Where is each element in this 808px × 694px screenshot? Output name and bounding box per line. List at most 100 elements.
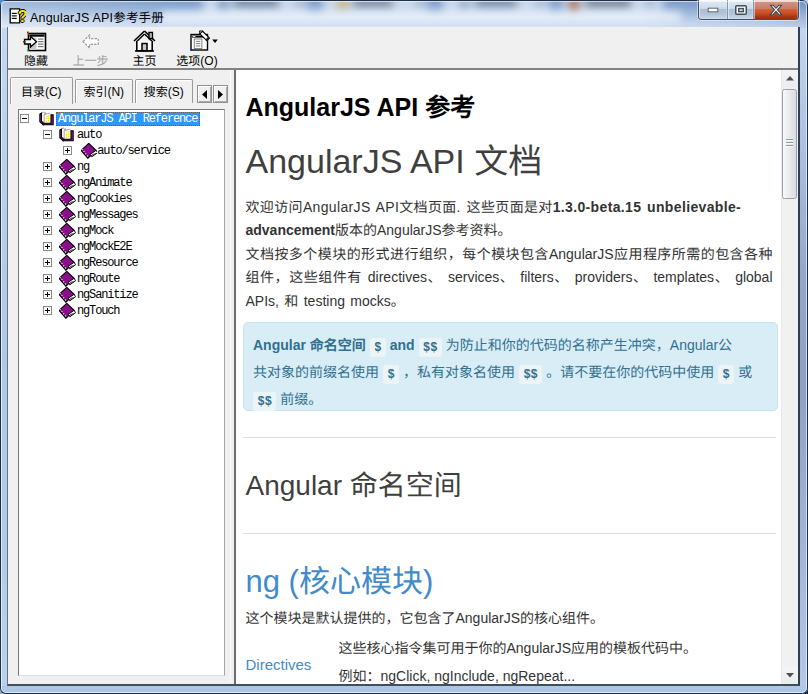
tab-index[interactable]: 索引(N) [75, 79, 134, 103]
tree-expander-plus-icon[interactable] [43, 226, 52, 235]
tree-item-label: ngMockE2E [75, 240, 134, 254]
tree-item[interactable]: ngMockE2E [19, 239, 224, 255]
closed-book-icon [59, 239, 76, 255]
tab-scroll-left-icon [202, 90, 207, 99]
title-bar[interactable]: ?? ?? ? AngularJS API参考手册 [1, 1, 807, 28]
tree-expander-minus-icon[interactable] [43, 130, 52, 139]
window-title: AngularJS API参考手册 [30, 7, 164, 26]
doc-paragraph-modules: 文档按多个模块的形式进行组织，每个模块包含AngularJS应用程序所需的包含各… [246, 243, 773, 313]
ng-module-heading: ng (核心模块) [246, 556, 434, 601]
tree-item-label: AngularJS API Reference [56, 112, 200, 126]
closed-book-icon [59, 255, 76, 271]
home-icon [133, 30, 156, 52]
tree-item-label: ngRoute [75, 272, 122, 286]
minimize-icon [708, 8, 719, 13]
chm-app-icon: ?? ?? ? [9, 7, 26, 24]
tree-item-label: auto [75, 128, 104, 142]
tree-item[interactable]: auto [19, 127, 224, 143]
help-viewer-window: ?? ?? ? AngularJS API参考手册 [0, 0, 808, 694]
doc-paragraph-welcome: 欢迎访问AngularJS API文档页面. 这些页面是对1.3.0-beta.… [246, 196, 773, 243]
tree-expander-plus-icon[interactable] [43, 258, 52, 267]
closed-book-icon [59, 207, 76, 223]
svg-text:?: ? [18, 8, 26, 24]
scroll-up-button[interactable] [782, 70, 798, 87]
tree-expander-plus-icon[interactable] [43, 178, 52, 187]
tree-item-label: ngSanitize [75, 288, 141, 302]
scroll-down-button[interactable] [782, 667, 798, 684]
tree-expander-plus-icon[interactable] [43, 210, 52, 219]
namespace-alert-box: Angular 命名空间 $ and $$ 为防止和你的代码的名称产生冲突，An… [243, 322, 778, 411]
ng-module-desc: 这个模块是默认提供的，它包含了AngularJS的核心组件。 [246, 607, 605, 627]
window-frame-right [800, 28, 807, 686]
tree-item[interactable]: ngSanitize [19, 287, 224, 303]
tree-expander-plus-icon[interactable] [63, 146, 72, 155]
open-book-icon [39, 111, 56, 127]
tree-item[interactable]: ngRoute [19, 271, 224, 287]
back-button[interactable]: 上一步 [68, 30, 114, 66]
tree-expander-plus-icon[interactable] [43, 290, 52, 299]
tree-item-label: ngTouch [75, 304, 122, 318]
tree-expander-plus-icon[interactable] [43, 306, 52, 315]
closed-book-icon [59, 191, 76, 207]
scroll-down-icon [786, 673, 794, 678]
tab-contents[interactable]: 目录(C) [10, 77, 73, 104]
tree-item[interactable]: ngCookies [19, 191, 224, 207]
tree-item[interactable]: ngAnimate [19, 175, 224, 191]
maximize-icon [735, 5, 747, 15]
client-area: 隐藏 上一步 主页 [7, 27, 800, 686]
options-button[interactable]: 选项(O) [170, 30, 224, 66]
closed-book-icon [59, 303, 76, 319]
tree-item[interactable]: ng [19, 159, 224, 175]
tree-item-label: ng [75, 160, 92, 174]
tree-item-label: ngCookies [75, 192, 134, 206]
directives-desc-line1: 这些核心指令集可用于你的AngularJS应用的模板代码中。 [339, 637, 698, 657]
tree-item[interactable]: ngTouch [19, 303, 224, 319]
divider [243, 533, 776, 534]
maximize-button[interactable] [728, 0, 754, 19]
tab-search[interactable]: 搜索(S) [135, 79, 194, 103]
namespace-heading: Angular 命名空间 [246, 463, 462, 503]
tab-scroll-right-icon [218, 90, 223, 99]
vertical-scrollbar[interactable] [781, 70, 798, 684]
tree-item-label: ngAnimate [75, 176, 134, 190]
closed-book-icon [59, 159, 76, 175]
tab-scroll-right-button[interactable] [213, 85, 228, 103]
hide-button[interactable]: 隐藏 [13, 30, 59, 66]
tree-item[interactable]: ngMock [19, 223, 224, 239]
closed-book-icon [59, 287, 76, 303]
scroll-up-icon [786, 76, 794, 81]
doc-subtitle: AngularJS API 文档 [246, 134, 543, 183]
tree-item[interactable]: auto/service [19, 143, 224, 159]
divider [243, 437, 776, 438]
contents-tree: AngularJS API Referenceautoauto/servicen… [18, 109, 225, 676]
scrollbar-thumb[interactable] [782, 89, 797, 199]
directives-desc-line2: 例如：ngClick, ngInclude, ngRepeat... [339, 665, 576, 685]
tree-item-label: ngResource [75, 256, 141, 270]
directives-link[interactable]: Directives [246, 656, 312, 673]
home-button[interactable]: 主页 [122, 30, 168, 66]
tree-item[interactable]: ngMessages [19, 207, 224, 223]
tree-item[interactable]: AngularJS API Reference [19, 111, 224, 127]
tab-scroll-left-button[interactable] [197, 85, 212, 103]
close-button[interactable] [754, 0, 798, 19]
doc-title: AngularJS API 参考 [246, 87, 476, 123]
closed-book-icon [59, 223, 76, 239]
close-icon [770, 5, 783, 16]
tree-item-label: ngMessages [75, 208, 141, 222]
content-pane: AngularJS API 参考 AngularJS API 文档欢迎访问Angu… [234, 70, 798, 684]
toolbar: 隐藏 上一步 主页 [8, 27, 798, 70]
tree-expander-plus-icon[interactable] [43, 162, 52, 171]
tree-expander-minus-icon[interactable] [20, 114, 29, 123]
tree-item[interactable]: ngResource [19, 255, 224, 271]
back-icon [82, 34, 99, 49]
caption-buttons [698, 0, 799, 20]
minimize-button[interactable] [699, 0, 728, 19]
tree-item-label: auto/service [95, 144, 173, 158]
hide-icon [23, 31, 47, 52]
tree-expander-plus-icon[interactable] [43, 274, 52, 283]
pane-splitter[interactable] [230, 70, 231, 682]
options-label: 选项(O) [170, 54, 224, 66]
tree-expander-plus-icon[interactable] [43, 194, 52, 203]
scrollbar-grip [786, 139, 793, 148]
tree-expander-plus-icon[interactable] [43, 242, 52, 251]
